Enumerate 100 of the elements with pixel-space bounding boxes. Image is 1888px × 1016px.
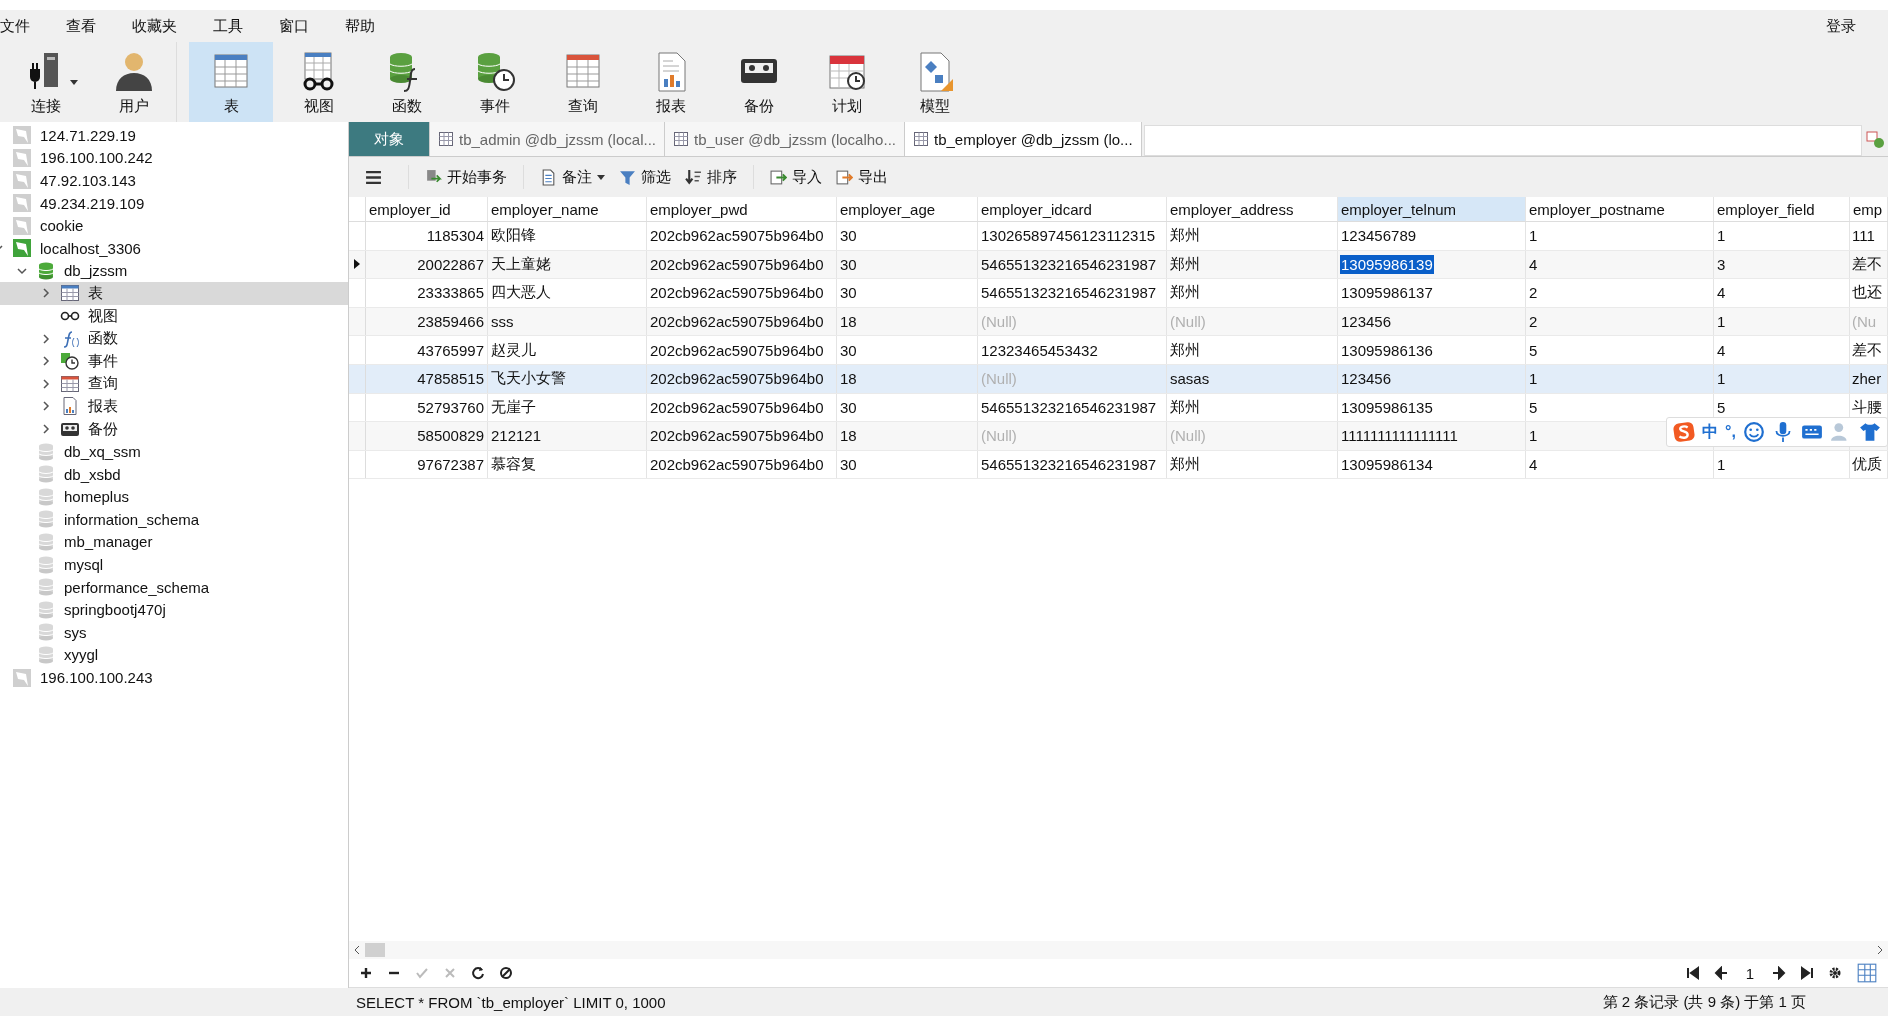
stop-icon[interactable]: [499, 966, 513, 980]
toolbar-button[interactable]: 函数: [365, 42, 449, 122]
menu-item[interactable]: 工具: [213, 16, 243, 36]
column-header[interactable]: employer_postname: [1526, 197, 1714, 221]
toolbar-button[interactable]: 备注: [536, 165, 609, 189]
column-header[interactable]: employer_field: [1714, 197, 1850, 221]
chevron-down-icon[interactable]: [17, 265, 27, 276]
tree-item[interactable]: 49.234.219.109: [0, 191, 348, 215]
tree-item[interactable]: 表: [0, 282, 348, 305]
grid-view-icon[interactable]: [1856, 962, 1878, 984]
tab[interactable]: tb_user @db_jzssm (localho...: [665, 122, 905, 156]
table-cell: 30: [840, 456, 857, 474]
settings-icon[interactable]: [1828, 966, 1842, 980]
page-number-field[interactable]: 1: [1741, 964, 1758, 982]
input-mode[interactable]: 中: [1702, 421, 1718, 443]
refresh-icon[interactable]: [471, 966, 485, 980]
column-header[interactable]: employer_pwd: [647, 197, 837, 221]
tab[interactable]: tb_employer @db_jzssm (lo...: [904, 122, 1142, 156]
chevron-right-icon[interactable]: [41, 424, 51, 434]
smiley-icon[interactable]: [1742, 421, 1765, 443]
menu-item[interactable]: 文件: [0, 16, 30, 36]
tree-item[interactable]: 报表: [0, 395, 348, 418]
tree-item[interactable]: 视图: [0, 304, 348, 328]
next-page-icon[interactable]: [1772, 966, 1786, 980]
shirt-icon[interactable]: [1858, 421, 1881, 443]
tree-item[interactable]: 事件: [0, 349, 348, 373]
chevron-right-icon[interactable]: [41, 356, 51, 367]
column-header[interactable]: employer_idcard: [978, 197, 1167, 221]
tree-item[interactable]: 函数: [0, 327, 348, 350]
menu-item[interactable]: 窗口: [279, 16, 309, 36]
tab[interactable]: tb_admin @db_jzssm (local...: [430, 122, 665, 156]
table-cell: 123456: [1341, 313, 1392, 331]
tree-item[interactable]: mb_manager: [0, 530, 348, 554]
column-header[interactable]: employer_id: [366, 197, 488, 221]
tree-item[interactable]: cookie: [0, 214, 348, 237]
previous-page-icon[interactable]: [1713, 966, 1728, 980]
toolbar-button[interactable]: 计划: [805, 42, 889, 122]
table-cell: 13095986135: [1341, 398, 1433, 416]
chevron-right-icon[interactable]: [41, 288, 51, 299]
login-link[interactable]: 登录: [1826, 16, 1856, 36]
chevron-right-icon[interactable]: [41, 401, 51, 412]
tree-item[interactable]: db_xq_ssm: [0, 440, 348, 463]
last-page-icon[interactable]: [1800, 966, 1814, 980]
toolbar-button[interactable]: 导入: [766, 165, 826, 189]
tree-item[interactable]: db_xsbd: [0, 462, 348, 486]
tree-item[interactable]: information_schema: [0, 508, 348, 531]
tree-item[interactable]: 查询: [0, 372, 348, 396]
toolbar-button[interactable]: 筛选: [615, 165, 675, 189]
toolbar-button[interactable]: 排序: [681, 165, 741, 189]
tree-item[interactable]: sys: [0, 621, 348, 644]
table-icon: [438, 131, 454, 147]
menu-icon[interactable]: [365, 168, 382, 186]
table-cell: 郑州: [1170, 283, 1200, 303]
scroll-right-icon[interactable]: [1876, 945, 1884, 955]
input-method-bar[interactable]: 中 °,: [1666, 417, 1888, 447]
toolbar-button[interactable]: 报表: [629, 42, 713, 122]
tree-item[interactable]: homeplus: [0, 485, 348, 509]
toolbar-button[interactable]: 模型: [893, 42, 977, 122]
toolbar-button[interactable]: 视图: [277, 42, 361, 122]
check-icon[interactable]: [415, 966, 429, 980]
tab[interactable]: 对象: [349, 122, 430, 156]
tree-item[interactable]: 196.100.100.243: [0, 666, 348, 689]
tree-item[interactable]: 47.92.103.143: [0, 169, 348, 192]
table-cell: 天上童姥: [491, 254, 551, 274]
menu-item[interactable]: 帮助: [345, 16, 375, 36]
table-cell: 1: [1717, 456, 1726, 474]
column-header[interactable]: employer_age: [837, 197, 978, 221]
toolbar-button[interactable]: 备份: [717, 42, 801, 122]
tree-item[interactable]: mysql: [0, 553, 348, 576]
tree-item[interactable]: localhost_3306: [0, 236, 348, 260]
column-header[interactable]: emp: [1850, 197, 1888, 221]
tree-item[interactable]: 备份: [0, 417, 348, 441]
toolbar-button[interactable]: 导出: [832, 165, 892, 189]
toolbar-button[interactable]: 连接: [4, 42, 88, 122]
chevron-right-icon[interactable]: [41, 333, 51, 344]
menu-item[interactable]: 查看: [66, 16, 96, 36]
column-header[interactable]: employer_name: [488, 197, 647, 221]
toolbar-button[interactable]: 开始事务: [421, 165, 511, 189]
toolbar-button[interactable]: 查询: [541, 42, 625, 122]
scroll-thumb[interactable]: [365, 943, 385, 957]
table-cell: 18: [840, 313, 857, 331]
first-page-icon[interactable]: [1685, 966, 1700, 980]
tree-item[interactable]: performance_schema: [0, 575, 348, 599]
chevron-right-icon[interactable]: [41, 378, 51, 389]
menu-item[interactable]: 收藏夹: [132, 16, 177, 36]
tree-item[interactable]: xyygl: [0, 643, 348, 667]
add-icon[interactable]: [359, 966, 373, 980]
table-cell: 慕容复: [491, 455, 536, 475]
tree-item[interactable]: db_jzssm: [0, 259, 348, 283]
tree-item[interactable]: 124.71.229.19: [0, 124, 348, 147]
toolbar-button[interactable]: 事件: [453, 42, 537, 122]
punctuation-mode[interactable]: °,: [1725, 423, 1736, 441]
scroll-left-icon[interactable]: [353, 945, 361, 955]
toolbar-button[interactable]: 表: [189, 42, 273, 122]
column-header[interactable]: employer_telnum: [1338, 197, 1526, 221]
tables-icon[interactable]: [1866, 130, 1884, 148]
tree-item[interactable]: 196.100.100.242: [0, 146, 348, 170]
tree-item[interactable]: springbootj470j: [0, 598, 348, 622]
toolbar-button[interactable]: 用户: [92, 42, 177, 122]
horizontal-scrollbar[interactable]: [349, 941, 1888, 959]
